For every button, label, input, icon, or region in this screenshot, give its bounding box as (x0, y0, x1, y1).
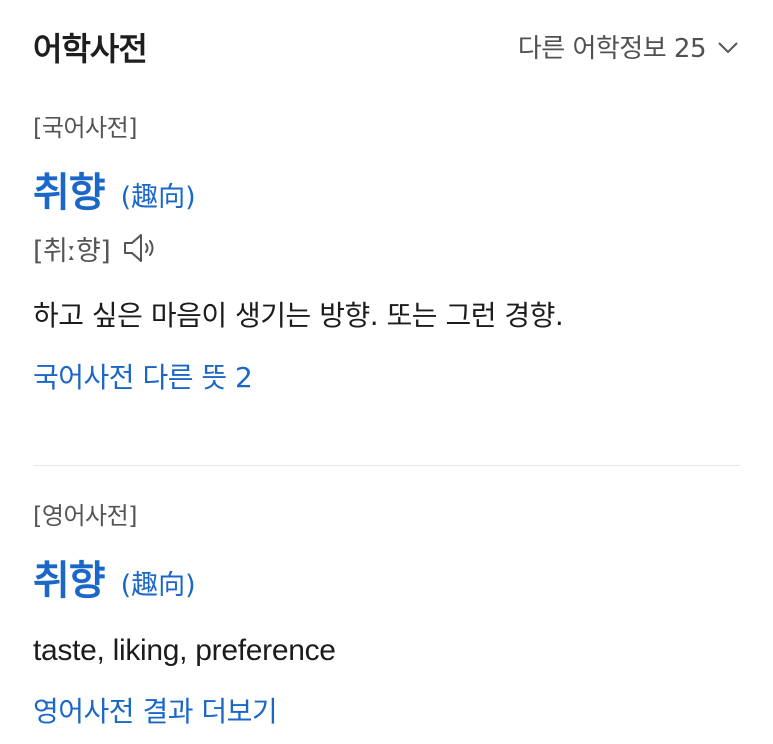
hanja-link[interactable]: (趣向) (121, 175, 196, 214)
pronunciation-row: [취ː향] (33, 228, 740, 268)
english-dictionary-entry: [영어사전] 취향 (趣向) taste, liking, preference… (33, 500, 740, 730)
headword-row: 취향 (趣向) (33, 548, 740, 606)
translation: taste, liking, preference (33, 634, 336, 667)
source-label: [국어사전] (33, 114, 138, 142)
hanja-link[interactable]: (趣向) (121, 563, 196, 602)
headword-link[interactable]: 취향 (33, 548, 106, 606)
section-title: 어학사전 (33, 30, 148, 68)
english-dict-more-results-link[interactable]: 영어사전 결과 더보기 (33, 690, 278, 730)
dictionary-card: 어학사전 다른 어학정보 25 [국어사전] 취향 (趣向) [취ː향] 하고 … (0, 0, 773, 744)
chevron-down-icon (718, 41, 738, 53)
other-dictionary-info-label: 다른 어학정보 25 (517, 34, 707, 64)
divider (33, 465, 740, 466)
headword-row: 취향 (趣向) (33, 160, 740, 218)
pronunciation: [취ː향] (33, 235, 111, 267)
definition: 하고 싶은 마음이 생기는 방향. 또는 그런 경향. (33, 299, 564, 332)
korean-dict-more-meanings-link[interactable]: 국어사전 다른 뜻 2 (33, 356, 253, 396)
headword-link[interactable]: 취향 (33, 160, 106, 218)
korean-dictionary-entry: [국어사전] 취향 (趣向) [취ː향] 하고 싶은 마음이 생기는 방향. 또… (33, 112, 740, 396)
other-dictionary-info-button[interactable]: 다른 어학정보 25 (518, 28, 740, 65)
dictionary-header: 어학사전 다른 어학정보 25 (33, 22, 740, 72)
speaker-icon[interactable] (122, 231, 158, 265)
source-label: [영어사전] (33, 502, 138, 530)
